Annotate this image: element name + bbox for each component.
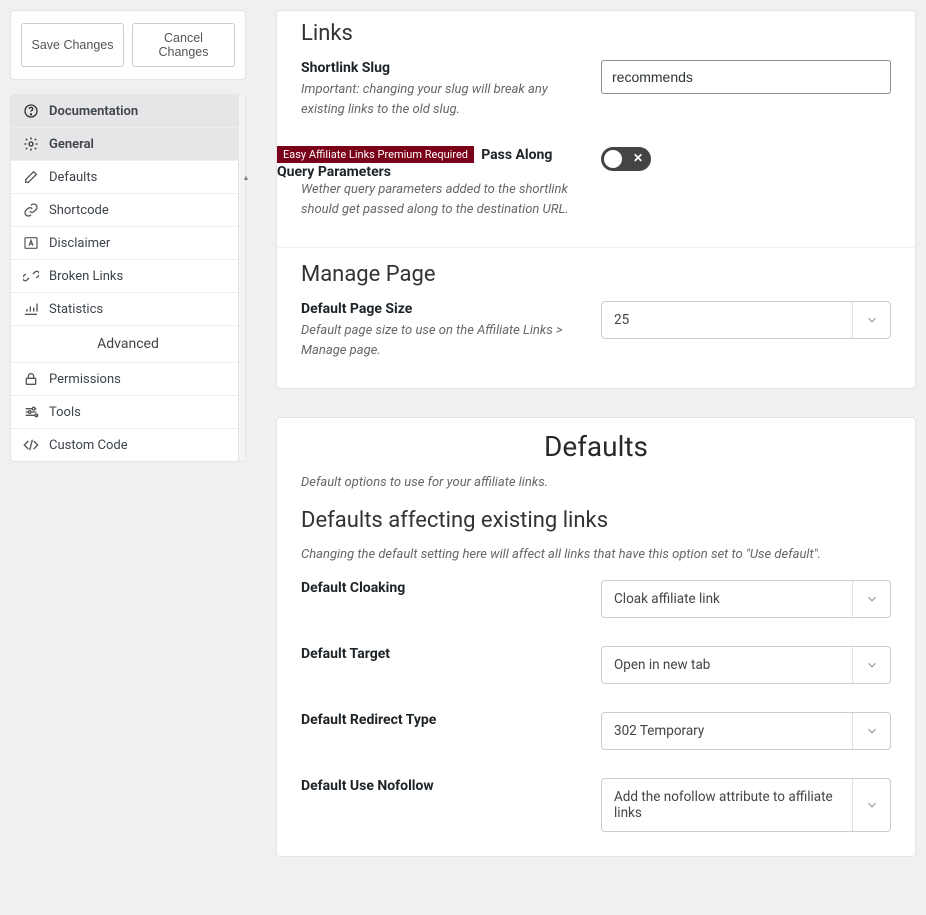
select-value: Open in new tab (602, 647, 852, 683)
nav-custom-code[interactable]: Custom Code (11, 429, 245, 461)
nav-label: Documentation (49, 104, 138, 119)
pagesize-label: Default Page Size (301, 301, 581, 317)
shortlink-slug-input[interactable] (601, 60, 891, 94)
chevron-down-icon (852, 581, 890, 617)
pagesize-help: Default page size to use on the Affiliat… (301, 321, 581, 360)
target-select[interactable]: Open in new tab (601, 646, 891, 684)
scroll-up-icon: ▴ (244, 173, 248, 182)
nav-label: General (49, 137, 94, 152)
nav-label: Custom Code (49, 438, 128, 453)
nav-permissions[interactable]: Permissions (11, 363, 245, 396)
shortlink-slug-label: Shortlink Slug (301, 60, 581, 76)
chevron-down-icon (852, 779, 890, 831)
manage-title: Manage Page (301, 262, 891, 287)
nav-defaults[interactable]: Defaults (11, 161, 245, 194)
nav-label: Permissions (49, 372, 121, 387)
redirect-label: Default Redirect Type (301, 712, 581, 728)
nav-shortcode[interactable]: Shortcode (11, 194, 245, 227)
save-button[interactable]: Save Changes (21, 23, 124, 67)
cancel-button[interactable]: Cancel Changes (132, 23, 235, 67)
nav-label: Shortcode (49, 203, 109, 218)
edit-icon (23, 169, 39, 185)
defaults-title: Defaults (301, 430, 891, 463)
nav-broken-links[interactable]: Broken Links (11, 260, 245, 293)
select-value: Cloak affiliate link (602, 581, 852, 617)
chevron-down-icon (852, 302, 890, 338)
toggle-knob (604, 150, 622, 168)
cloaking-select[interactable]: Cloak affiliate link (601, 580, 891, 618)
nav-documentation[interactable]: Documentation (11, 95, 245, 128)
nav-label: Defaults (49, 170, 97, 185)
nofollow-label: Default Use Nofollow (301, 778, 581, 794)
premium-badge: Easy Affiliate Links Premium Required (277, 146, 474, 163)
nav-label: Disclaimer (49, 236, 110, 251)
defaults-card: Defaults Default options to use for your… (276, 417, 916, 857)
nofollow-select[interactable]: Add the nofollow attribute to affiliate … (601, 778, 891, 832)
letter-a-icon (23, 235, 39, 251)
cloaking-label: Default Cloaking (301, 580, 581, 596)
existing-title: Defaults affecting existing links (301, 508, 891, 533)
link-icon (23, 202, 39, 218)
chevron-down-icon (852, 713, 890, 749)
existing-subtitle: Changing the default setting here will a… (301, 547, 891, 562)
question-circle-icon (23, 103, 39, 119)
chart-icon (23, 301, 39, 317)
sliders-icon (23, 404, 39, 420)
broken-link-icon (23, 268, 39, 284)
nav-label: Statistics (49, 302, 103, 317)
toggle-off-icon: ✕ (633, 151, 643, 165)
target-label: Default Target (301, 646, 581, 662)
pagesize-select[interactable]: 25 (601, 301, 891, 339)
redirect-select[interactable]: 302 Temporary (601, 712, 891, 750)
chevron-down-icon (852, 647, 890, 683)
shortlink-slug-help: Important: changing your slug will break… (301, 80, 581, 119)
code-icon (23, 437, 39, 453)
pass-query-help: Wether query parameters added to the sho… (301, 180, 581, 219)
nav-disclaimer[interactable]: Disclaimer (11, 227, 245, 260)
links-card: Links Shortlink Slug Important: changing… (276, 10, 916, 389)
select-value: 25 (602, 302, 852, 338)
select-value: 302 Temporary (602, 713, 852, 749)
nav-label: Broken Links (49, 269, 123, 284)
nav-general[interactable]: General (11, 128, 245, 161)
action-buttons: Save Changes Cancel Changes (10, 10, 246, 80)
nav-statistics[interactable]: Statistics (11, 293, 245, 326)
pass-query-toggle[interactable]: ✕ (601, 147, 651, 171)
select-value: Add the nofollow attribute to affiliate … (602, 779, 852, 831)
separator (277, 247, 915, 248)
gear-icon (23, 136, 39, 152)
links-title: Links (301, 21, 891, 46)
nav-tools[interactable]: Tools (11, 396, 245, 429)
defaults-subtitle: Default options to use for your affiliat… (301, 475, 891, 490)
settings-nav: ▴ Documentation General Defaults (10, 94, 246, 462)
nav-label: Tools (49, 405, 81, 420)
nav-section-advanced: Advanced (11, 326, 245, 363)
lock-icon (23, 371, 39, 387)
